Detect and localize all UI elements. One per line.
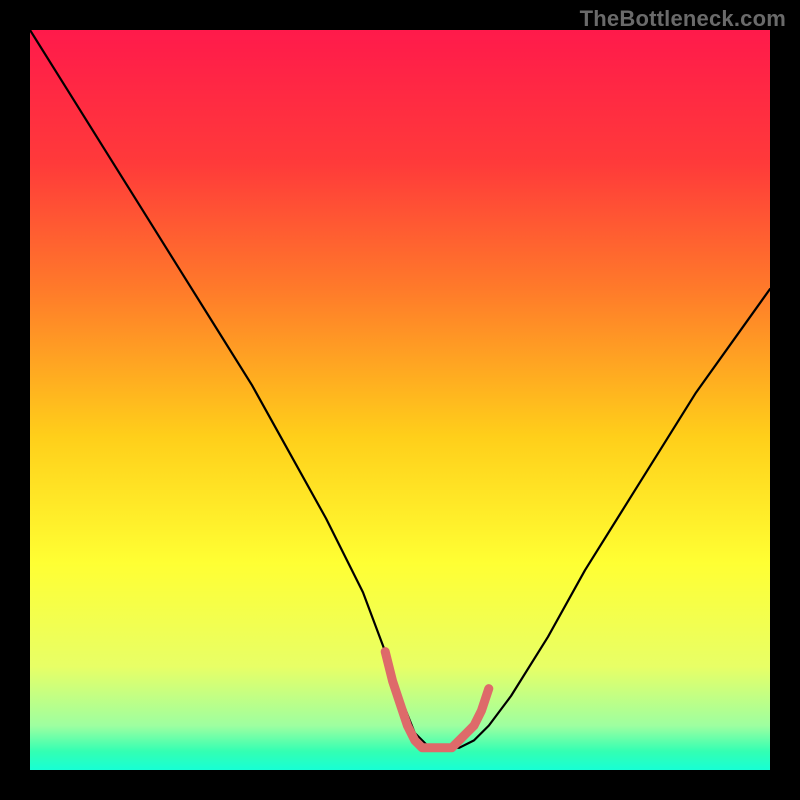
plot-area — [30, 30, 770, 770]
watermark-text: TheBottleneck.com — [580, 6, 786, 32]
plateau-highlight — [385, 652, 489, 748]
bottleneck-curve — [30, 30, 770, 748]
curve-layer — [30, 30, 770, 770]
chart-frame: TheBottleneck.com — [0, 0, 800, 800]
